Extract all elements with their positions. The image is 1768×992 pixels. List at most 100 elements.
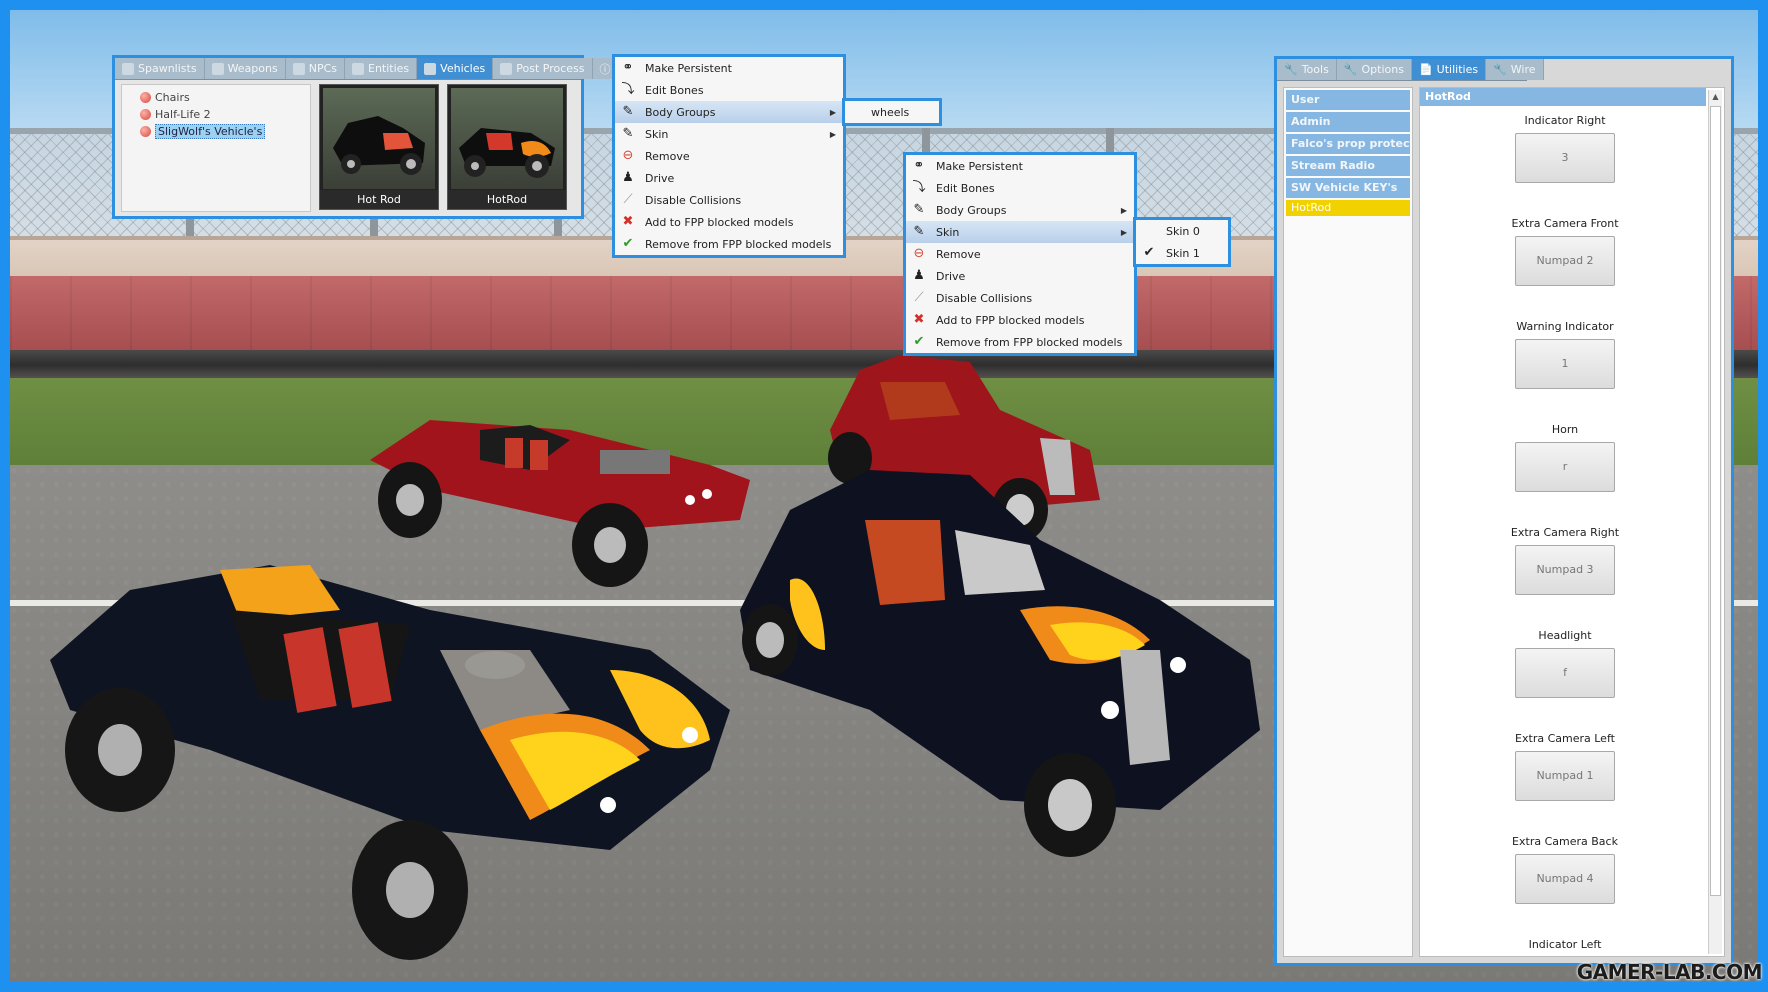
tree-item-half-life-2[interactable]: Half-Life 2 xyxy=(128,106,304,123)
keybind-indicator-right: Indicator Right 3 xyxy=(1420,114,1710,183)
keybind-extra-camera-front: Extra Camera Front Numpad 2 xyxy=(1420,217,1710,286)
keybind-button[interactable]: 1 xyxy=(1515,339,1615,389)
checkmark-icon: ✔ xyxy=(1143,245,1155,260)
menu-item-skin[interactable]: ✎ Skin ▶ xyxy=(906,221,1134,243)
keybind-extra-camera-right: Extra Camera Right Numpad 3 xyxy=(1420,526,1710,595)
keybind-button[interactable]: 3 xyxy=(1515,133,1615,183)
menu-item-add-fpp-blocked[interactable]: ✖ Add to FPP blocked models xyxy=(906,309,1134,331)
tree-item-sligwolf-vehicles[interactable]: SligWolf's Vehicle's xyxy=(128,123,304,140)
spawn-tabbar: Spawnlists Weapons NPCs Entities Vehicle… xyxy=(115,58,619,80)
tab-vehicles[interactable]: Vehicles xyxy=(417,58,494,79)
utilities-panel: 🔧 Tools 🔧 Options 📄 Utilities 🔧 Wire User Ad… xyxy=(1274,56,1734,966)
keybind-extra-camera-left: Extra Camera Left Numpad 1 xyxy=(1420,732,1710,801)
tab-tools[interactable]: 🔧 Tools xyxy=(1277,59,1337,80)
tab-post-process[interactable]: Post Process xyxy=(493,58,593,79)
keybind-button[interactable]: Numpad 4 xyxy=(1515,854,1615,904)
menu-item-make-persistent[interactable]: ⚭ Make Persistent xyxy=(615,57,843,79)
keybind-button[interactable]: f xyxy=(1515,648,1615,698)
vehicle-thumbnail xyxy=(451,88,563,189)
menu-item-make-persistent[interactable]: ⚭ Make Persistent xyxy=(906,155,1134,177)
property-context-menu: ⚭ Make Persistent ⤵ Edit Bones ✎ Body Group… xyxy=(612,54,846,258)
menu-item-label: Remove xyxy=(645,149,690,163)
submenu-arrow-icon: ▶ xyxy=(1120,227,1127,237)
menu-item-edit-bones[interactable]: ⤵ Edit Bones xyxy=(906,177,1134,199)
keybind-label: Extra Camera Left xyxy=(1515,732,1615,745)
menu-item-body-groups[interactable]: ✎ Body Groups ▶ xyxy=(906,199,1134,221)
person-icon: ♟ xyxy=(913,268,925,283)
category-user[interactable]: User xyxy=(1286,90,1410,110)
category-sw-vehicle-keys[interactable]: SW Vehicle KEY's xyxy=(1286,178,1410,198)
utility-category-list: User Admin Falco's prop protect... Strea… xyxy=(1283,87,1413,957)
menu-item-wheels[interactable]: wheels xyxy=(845,101,939,123)
spawn-icon-hot-rod[interactable]: Hot Rod xyxy=(319,84,439,210)
red-roadster xyxy=(370,420,750,587)
category-icon xyxy=(140,109,151,120)
scrollbar-thumb[interactable] xyxy=(1710,106,1721,896)
remove-icon: ⊖ xyxy=(913,246,925,261)
watermark: GAMER-LAB.COM xyxy=(1576,960,1763,984)
tree-item-label: Half-Life 2 xyxy=(155,108,211,121)
keybind-label: Indicator Left xyxy=(1528,938,1602,951)
tab-utilities[interactable]: 📄 Utilities xyxy=(1411,59,1487,80)
menu-item-drive[interactable]: ♟ Drive xyxy=(906,265,1134,287)
menu-item-skin-0[interactable]: Skin 0 xyxy=(1136,220,1228,242)
menu-item-label: Body Groups xyxy=(645,105,716,119)
menu-item-remove[interactable]: ⊖ Remove xyxy=(615,145,843,167)
menu-item-remove-fpp-blocked[interactable]: ✔ Remove from FPP blocked models xyxy=(906,331,1134,353)
tool-tabbar: 🔧 Tools 🔧 Options 📄 Utilities 🔧 Wire xyxy=(1277,59,1544,81)
tab-label: Tools xyxy=(1301,63,1329,76)
menu-item-add-fpp-blocked[interactable]: ✖ Add to FPP blocked models xyxy=(615,211,843,233)
coupe-thumbnail xyxy=(333,116,425,175)
keybind-button[interactable]: Numpad 2 xyxy=(1515,236,1615,286)
car-icon xyxy=(424,62,437,75)
tab-options[interactable]: 🔧 Options xyxy=(1336,59,1412,80)
menu-item-label: Remove from FPP blocked models xyxy=(645,237,832,251)
body-groups-submenu: wheels xyxy=(842,98,942,126)
tab-wire[interactable]: 🔧 Wire xyxy=(1486,59,1544,80)
menu-item-disable-collisions[interactable]: ⟋ Disable Collisions xyxy=(615,189,843,211)
spawn-icon-hotrod[interactable]: HotRod xyxy=(447,84,567,210)
menu-item-drive[interactable]: ♟ Drive xyxy=(615,167,843,189)
tab-npcs[interactable]: NPCs xyxy=(285,58,345,79)
keybind-button[interactable]: r xyxy=(1515,442,1615,492)
tab-label: Vehicles xyxy=(440,62,486,75)
menu-item-edit-bones[interactable]: ⤵ Edit Bones xyxy=(615,79,843,101)
keybind-button[interactable]: Numpad 1 xyxy=(1515,751,1615,801)
menu-item-skin-1[interactable]: ✔ Skin 1 xyxy=(1136,242,1228,264)
check-icon: ✔ xyxy=(622,236,634,251)
spawn-icon-label: Hot Rod xyxy=(320,190,438,209)
menu-item-label: Add to FPP blocked models xyxy=(936,313,1085,327)
bone-icon: ⤵ xyxy=(912,180,926,195)
scroll-up-icon[interactable]: ▲ xyxy=(1710,90,1721,104)
category-hotrod[interactable]: HotRod xyxy=(1286,200,1410,216)
menu-item-body-groups[interactable]: ✎ Body Groups ▶ xyxy=(615,101,843,123)
menu-item-remove[interactable]: ⊖ Remove xyxy=(906,243,1134,265)
keybind-scrollbar[interactable]: ▲ xyxy=(1708,90,1722,954)
menu-item-label: Disable Collisions xyxy=(645,193,742,207)
panel-title: HotRod xyxy=(1420,88,1706,106)
menu-item-disable-collisions[interactable]: ⟋ Disable Collisions xyxy=(906,287,1134,309)
tree-item-chairs[interactable]: Chairs xyxy=(128,89,304,106)
wrench-icon: 🔧 xyxy=(1343,63,1358,76)
category-admin[interactable]: Admin xyxy=(1286,112,1410,132)
gun-icon xyxy=(211,62,224,75)
keybind-extra-camera-back: Extra Camera Back Numpad 4 xyxy=(1420,835,1710,904)
property-context-menu-2: ⚭ Make Persistent ⤵ Edit Bones ✎ Body Group… xyxy=(903,152,1137,356)
tree-item-label: Chairs xyxy=(155,91,190,104)
keybind-label: Warning Indicator xyxy=(1516,320,1614,333)
bricks-icon xyxy=(352,62,364,75)
category-falco-prop-protection[interactable]: Falco's prop protect... xyxy=(1286,134,1410,154)
keybind-button[interactable]: Numpad 3 xyxy=(1515,545,1615,595)
menu-item-skin[interactable]: ✎ Skin ▶ xyxy=(615,123,843,145)
menu-item-remove-fpp-blocked[interactable]: ✔ Remove from FPP blocked models xyxy=(615,233,843,255)
paint-icon: ✎ xyxy=(913,202,925,217)
tab-entities[interactable]: Entities xyxy=(345,58,418,79)
tab-weapons[interactable]: Weapons xyxy=(204,58,286,79)
picture-icon xyxy=(500,62,513,75)
keybind-label: Extra Camera Back xyxy=(1512,835,1618,848)
submenu-arrow-icon: ▶ xyxy=(829,107,836,117)
category-stream-radio[interactable]: Stream Radio xyxy=(1286,156,1410,176)
grid-icon xyxy=(122,62,134,75)
tab-spawnlists[interactable]: Spawnlists xyxy=(115,58,205,79)
keybind-label: Headlight xyxy=(1538,629,1592,642)
